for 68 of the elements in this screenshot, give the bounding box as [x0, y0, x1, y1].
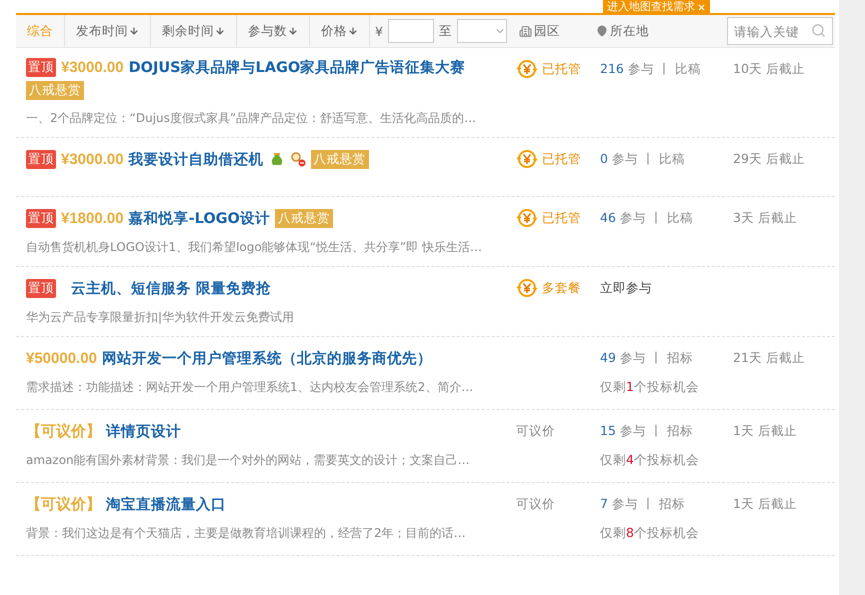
map-pin-icon — [596, 25, 608, 37]
payment-status: 已托管 — [542, 209, 581, 227]
task-description: 华为云产品专享限量折扣|华为软件开发云免费试用 — [26, 309, 296, 326]
task-description: 需求描述：功能描述：网站开发一个用户管理系统1、达内校友会管理系统2、简介… — [26, 379, 474, 396]
participant-count: 7 参与 丨 招标 — [600, 495, 686, 513]
range-label: 至 — [438, 22, 452, 40]
bid-chances: 仅剩1个投标机会 — [600, 379, 700, 396]
bid-chances: 仅剩8个投标机会 — [600, 525, 700, 542]
price: 【可议价】 — [26, 422, 101, 440]
max-price-select[interactable] — [456, 19, 507, 43]
task-title[interactable]: 嘉和悦享-LOGO设计 — [128, 208, 270, 228]
close-icon[interactable] — [697, 2, 706, 12]
participant-count: 15 参与 丨 招标 — [600, 422, 694, 440]
task-title[interactable]: 我要设计自助借还机 — [128, 150, 264, 168]
price: 【可议价】 — [26, 494, 101, 514]
participant-count: 0 参与 丨 比稿 — [600, 150, 686, 168]
join-link[interactable]: 立即参与 — [600, 277, 733, 299]
building-icon — [518, 24, 532, 38]
task-title[interactable]: 网站开发一个用户管理系统（北京的服务商优先） — [102, 348, 432, 368]
payment-status: 多套餐 — [542, 279, 581, 297]
deadline: 29天 后截止 — [733, 150, 805, 168]
task-description: 自动售货机机身LOGO设计1、我们希望logo能够体现“悦生活、共分享”即 快乐生活… — [26, 239, 483, 256]
sort-tab[interactable]: 剩余时间 — [151, 15, 237, 47]
payment-status: 已托管 — [542, 150, 581, 168]
deadline: 10天 后截止 — [733, 60, 805, 78]
task-title[interactable]: 淘宝直播流量入口 — [106, 494, 226, 514]
price: ¥50000.00 — [26, 350, 97, 366]
deadline: 3天 后截止 — [733, 209, 797, 227]
pinned-badge: 置顶 — [26, 208, 56, 228]
task-title[interactable]: 详情页设计 — [106, 422, 181, 440]
task-title[interactable]: 云主机、短信服务 限量免费抢 — [71, 278, 272, 298]
participant-count: 49 参与 丨 招标 — [600, 349, 694, 367]
payment-status: 可议价 — [516, 495, 555, 513]
task-description: amazon能有国外素材背景：我们是一个对外的网站，需要英文的设计；文案自己… — [26, 452, 471, 469]
sort-tab[interactable]: 发布时间 — [65, 15, 151, 47]
payment-status: 可议价 — [516, 422, 555, 440]
reward-tag: 八戒悬赏 — [26, 81, 84, 100]
location-filter[interactable]: 所在地 — [596, 22, 649, 40]
participant-count: 216 参与 丨 比稿 — [600, 60, 702, 78]
task-description: 背景：我们这边是有个天猫店，主要是做教育培训课程的，经营了2年；目前的话… — [26, 525, 467, 542]
currency-label: ¥ — [375, 24, 383, 38]
pinned-badge: 置顶 — [26, 58, 56, 77]
sort-tab[interactable]: 价格 — [310, 15, 370, 47]
reward-tag: 八戒悬赏 — [310, 150, 369, 168]
yen-coin-icon — [516, 277, 538, 299]
reward-tag: 八戒悬赏 — [274, 208, 333, 228]
deadline: 1天 后截止 — [733, 422, 797, 440]
pinned-badge: 置顶 — [26, 150, 56, 168]
search-icon[interactable] — [811, 23, 826, 38]
price: ¥1800.00 — [61, 210, 124, 226]
deadline: 21天 后截止 — [733, 349, 805, 367]
sort-tab[interactable]: 参与数 — [237, 15, 310, 47]
min-price-field[interactable] — [388, 19, 434, 43]
participant-count: 46 参与 丨 比稿 — [600, 209, 694, 227]
yen-coin-icon — [516, 58, 538, 80]
price: ¥3000.00 — [61, 150, 124, 168]
yen-coin-icon — [516, 207, 538, 229]
task-description: 一、2个品牌定位：“Dujus度假式家具”品牌产品定位：舒适写意、生活化高品质的… — [26, 110, 478, 127]
yen-coin-icon — [516, 148, 538, 170]
pinned-badge: 置顶 — [26, 278, 56, 298]
task-title[interactable]: DOJUS家具品牌与LAGO家具品牌广告语征集大赛 — [128, 58, 466, 77]
magnifier-icon — [290, 151, 306, 167]
park-filter[interactable]: 园区 — [518, 22, 560, 40]
bid-chances: 仅剩4个投标机会 — [600, 452, 700, 469]
payment-status: 已托管 — [542, 60, 581, 78]
price: ¥3000.00 — [61, 59, 124, 76]
deadline: 1天 后截止 — [733, 495, 797, 513]
search-field[interactable]: 请输入关键 — [727, 17, 833, 45]
